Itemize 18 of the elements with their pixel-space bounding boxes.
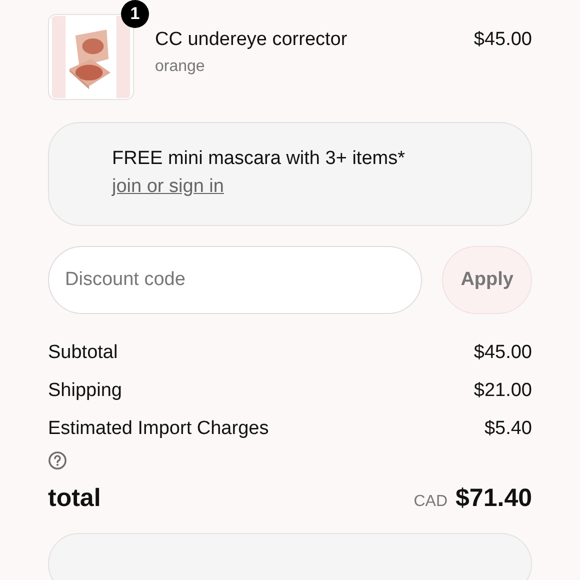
total-label: total (48, 484, 101, 513)
summary-label: Subtotal (48, 342, 118, 365)
currency-code: CAD (414, 493, 448, 510)
discount-field[interactable]: Discount code (48, 246, 422, 314)
summary-value: $21.00 (474, 380, 532, 403)
summary-value: $45.00 (474, 342, 532, 365)
apply-button[interactable]: Apply (442, 246, 532, 314)
product-price: $45.00 (474, 28, 532, 51)
join-link[interactable]: join or sign in (112, 176, 224, 197)
help-icon[interactable] (48, 451, 67, 470)
total-amount: $71.40 (456, 484, 532, 512)
product-name: CC undereye corrector (155, 29, 348, 51)
summary-value: $5.40 (484, 418, 532, 441)
product-variant: orange (155, 58, 206, 76)
summary-label: Estimated Import Charges (48, 418, 269, 441)
summary-label: Shipping (48, 380, 122, 403)
promo-text: FREE mini mascara with 3+ items* join or sign in (112, 147, 406, 199)
quantity-badge: 1 (121, 0, 149, 28)
